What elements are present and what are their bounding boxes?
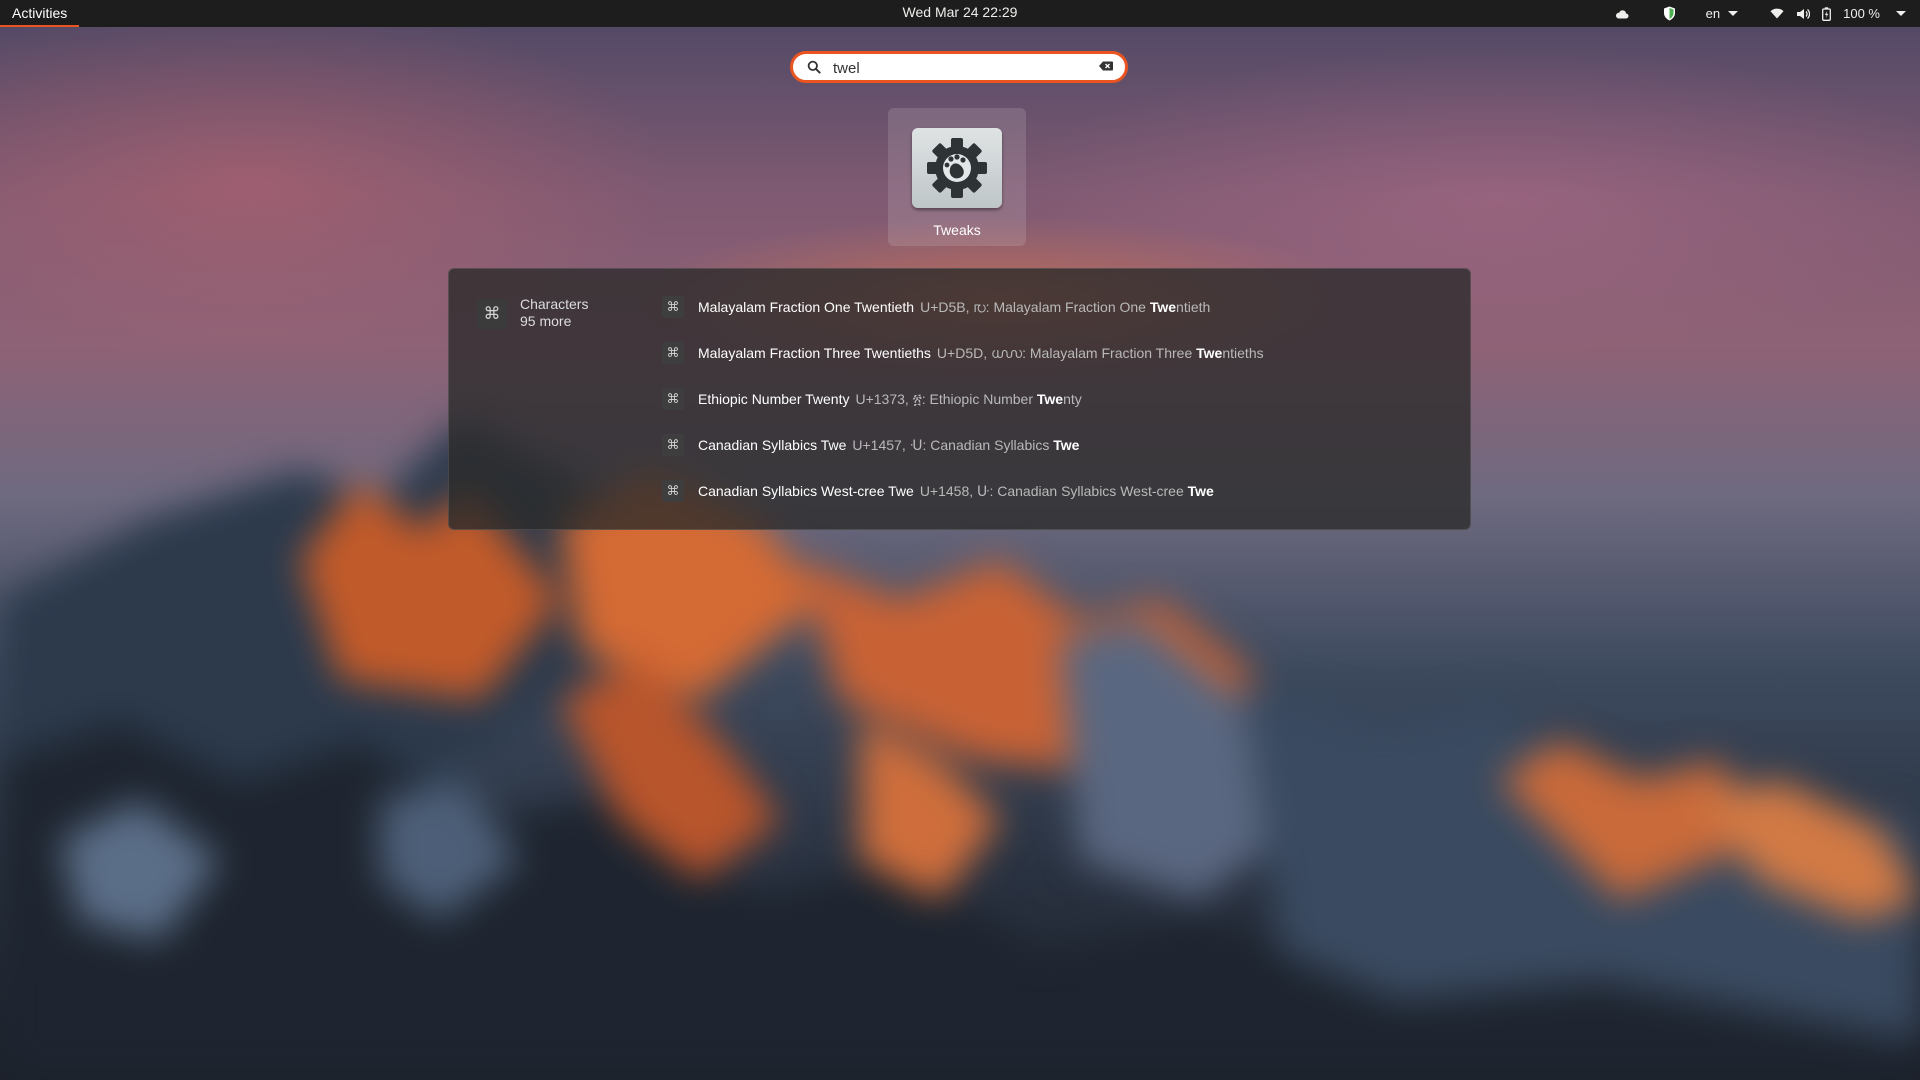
battery-icon	[1822, 6, 1832, 21]
security-indicator[interactable]	[1663, 6, 1676, 21]
result-description: U+1457, ᑗ: Canadian Syllabics Twe	[852, 437, 1080, 453]
gnome-tweaks-gear-icon	[912, 128, 1002, 208]
command-icon: ⌘	[477, 299, 507, 329]
result-name: Canadian Syllabics Twe	[698, 437, 847, 453]
list-item[interactable]: ⌘ Ethiopic Number Twenty U+1373, ፳: Ethi…	[662, 387, 1452, 433]
list-item[interactable]: ⌘ Malayalam Fraction Three Twentieths U+…	[662, 341, 1452, 387]
wifi-icon	[1770, 8, 1784, 19]
result-name: Canadian Syllabics West-cree Twe	[698, 483, 914, 499]
top-bar: Activities Wed Mar 24 22:29 en 100 %	[0, 0, 1920, 27]
command-icon: ⌘	[662, 388, 684, 410]
provider-more-count: 95 more	[520, 313, 572, 329]
search-input[interactable]	[831, 56, 1085, 80]
cloud-icon	[1615, 9, 1629, 18]
activities-button[interactable]: Activities	[0, 0, 79, 27]
search-icon	[807, 60, 821, 74]
battery-percentage: 100 %	[1843, 6, 1880, 21]
command-icon: ⌘	[662, 434, 684, 456]
system-menu[interactable]: 100 %	[1770, 6, 1906, 21]
chevron-down-icon	[1896, 11, 1906, 16]
provider-name: Characters	[520, 296, 589, 312]
command-icon: ⌘	[662, 480, 684, 502]
keyboard-layout-indicator[interactable]: en	[1705, 6, 1739, 21]
cloud-indicator[interactable]	[1615, 9, 1629, 19]
result-description: U+1373, ፳: Ethiopic Number Twenty	[855, 391, 1082, 407]
result-description: U+1458, ᑘ: Canadian Syllabics West-cree …	[919, 483, 1214, 499]
list-item[interactable]: ⌘ Canadian Syllabics Twe U+1457, ᑗ: Cana…	[662, 433, 1452, 479]
result-description: U+D5D, ൝: Malayalam Fraction Three Twent…	[936, 345, 1264, 361]
result-list: ⌘ Malayalam Fraction One Twentieth U+D5B…	[662, 295, 1452, 525]
keyboard-layout-label: en	[1705, 6, 1721, 21]
command-icon: ⌘	[662, 296, 684, 318]
result-name: Malayalam Fraction Three Twentieths	[698, 345, 931, 361]
result-name: Ethiopic Number Twenty	[698, 391, 850, 407]
app-result-tweaks[interactable]: Tweaks	[888, 108, 1026, 246]
list-item[interactable]: ⌘ Canadian Syllabics West-cree Twe U+145…	[662, 479, 1452, 525]
shield-icon	[1663, 6, 1675, 21]
search-field[interactable]	[790, 51, 1128, 83]
provider-characters[interactable]: ⌘ Characters 95 more	[477, 295, 637, 335]
app-label: Tweaks	[933, 222, 981, 238]
result-description: U+D5B, ൛: Malayalam Fraction One Twentie…	[920, 299, 1211, 315]
result-name: Malayalam Fraction One Twentieth	[698, 299, 915, 315]
clock-button[interactable]: Wed Mar 24 22:29	[903, 4, 1018, 20]
chevron-down-icon	[1728, 11, 1739, 16]
search-results-panel: ⌘ Characters 95 more ⌘ Malayalam Fractio…	[448, 268, 1471, 530]
list-item[interactable]: ⌘ Malayalam Fraction One Twentieth U+D5B…	[662, 295, 1452, 341]
volume-icon	[1797, 8, 1811, 19]
clear-search-icon[interactable]	[1099, 61, 1113, 71]
system-tray: en 100 %	[1615, 0, 1906, 27]
command-icon: ⌘	[662, 342, 684, 364]
